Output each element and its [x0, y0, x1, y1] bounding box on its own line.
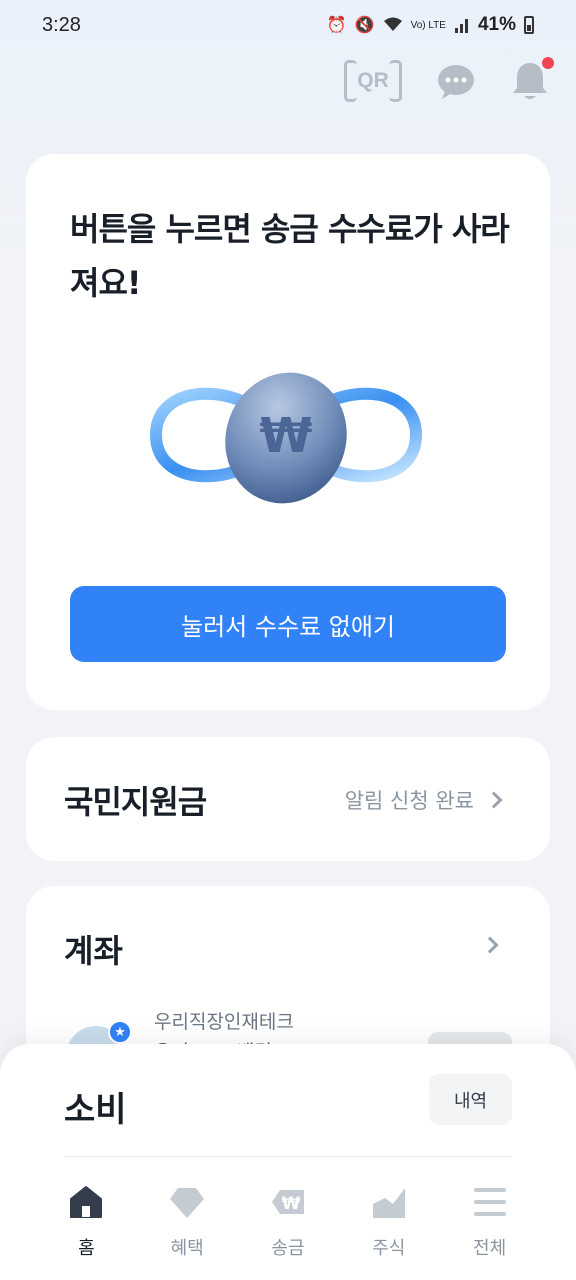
battery-icon [524, 16, 534, 34]
bottom-tab-bar: 홈 혜택 ₩ 송금 주식 전체 [0, 1140, 576, 1280]
spending-history-button[interactable]: 내역 [429, 1074, 512, 1125]
star-badge-icon: ★ [108, 1020, 132, 1044]
tab-benefits[interactable]: 혜택 [137, 1140, 238, 1280]
account-item-name[interactable]: 우리직장인재테크 [154, 1007, 294, 1034]
subsidy-card[interactable]: 국민지원금 알림 신청 완료 [26, 737, 550, 861]
chevron-right-icon[interactable] [481, 936, 499, 954]
wifi-icon [383, 17, 402, 31]
volte-indicator: Vo) LTE [410, 19, 446, 31]
promo-title: 버튼을 누르면 송금 수수료가 사라져요! [70, 210, 510, 302]
qr-scan-icon[interactable]: QR [344, 60, 402, 102]
mute-icon: 🔇 [354, 17, 375, 34]
account-title: 계좌 [64, 932, 123, 970]
spending-title: 소비 [64, 1090, 127, 1130]
subsidy-status-text: 알림 신청 완료 [344, 789, 474, 813]
tab-home[interactable]: 홈 [36, 1140, 137, 1280]
subsidy-status-link[interactable]: 알림 신청 완료 [344, 785, 503, 815]
tab-label: 전체 [473, 1238, 507, 1259]
promo-card: 버튼을 누르면 송금 수수료가 사라져요! ₩ 눌러서 수수료 없애기 [26, 154, 550, 710]
notification-dot [542, 57, 554, 69]
status-time: 3:28 [42, 13, 81, 36]
signal-icon [454, 19, 468, 33]
subsidy-title: 국민지원금 [64, 783, 207, 821]
infinity-coin-illustration: ₩ [149, 372, 423, 504]
alarm-icon: ⏰ [326, 17, 347, 34]
tab-label: 송금 [271, 1238, 305, 1259]
notification-bell-icon[interactable] [510, 57, 554, 102]
chevron-right-icon [485, 791, 503, 809]
tab-label: 혜택 [170, 1238, 204, 1259]
status-bar: 3:28 ⏰ 🔇 Vo) LTE 41% [0, 0, 576, 50]
tab-all[interactable]: 전체 [439, 1140, 540, 1280]
menu-icon [473, 1188, 506, 1216]
header-actions: QR [344, 57, 554, 102]
home-icon [70, 1186, 103, 1218]
won-transfer-icon: ₩ [271, 1190, 304, 1214]
tab-label: 주식 [372, 1238, 406, 1259]
chat-icon[interactable] [436, 61, 476, 101]
svg-text:₩: ₩ [260, 408, 313, 464]
gem-icon [170, 1188, 205, 1218]
tab-transfer[interactable]: ₩ 송금 [238, 1140, 339, 1280]
chart-icon [372, 1188, 405, 1218]
remove-fee-button[interactable]: 눌러서 수수료 없애기 [70, 586, 506, 662]
svg-text:₩: ₩ [282, 1194, 301, 1214]
tab-label: 홈 [78, 1238, 95, 1259]
tab-stocks[interactable]: 주식 [338, 1140, 439, 1280]
qr-label: QR [357, 69, 389, 92]
status-icons: ⏰ 🔇 Vo) LTE 41% [327, 14, 534, 36]
battery-percent: 41% [477, 14, 516, 35]
